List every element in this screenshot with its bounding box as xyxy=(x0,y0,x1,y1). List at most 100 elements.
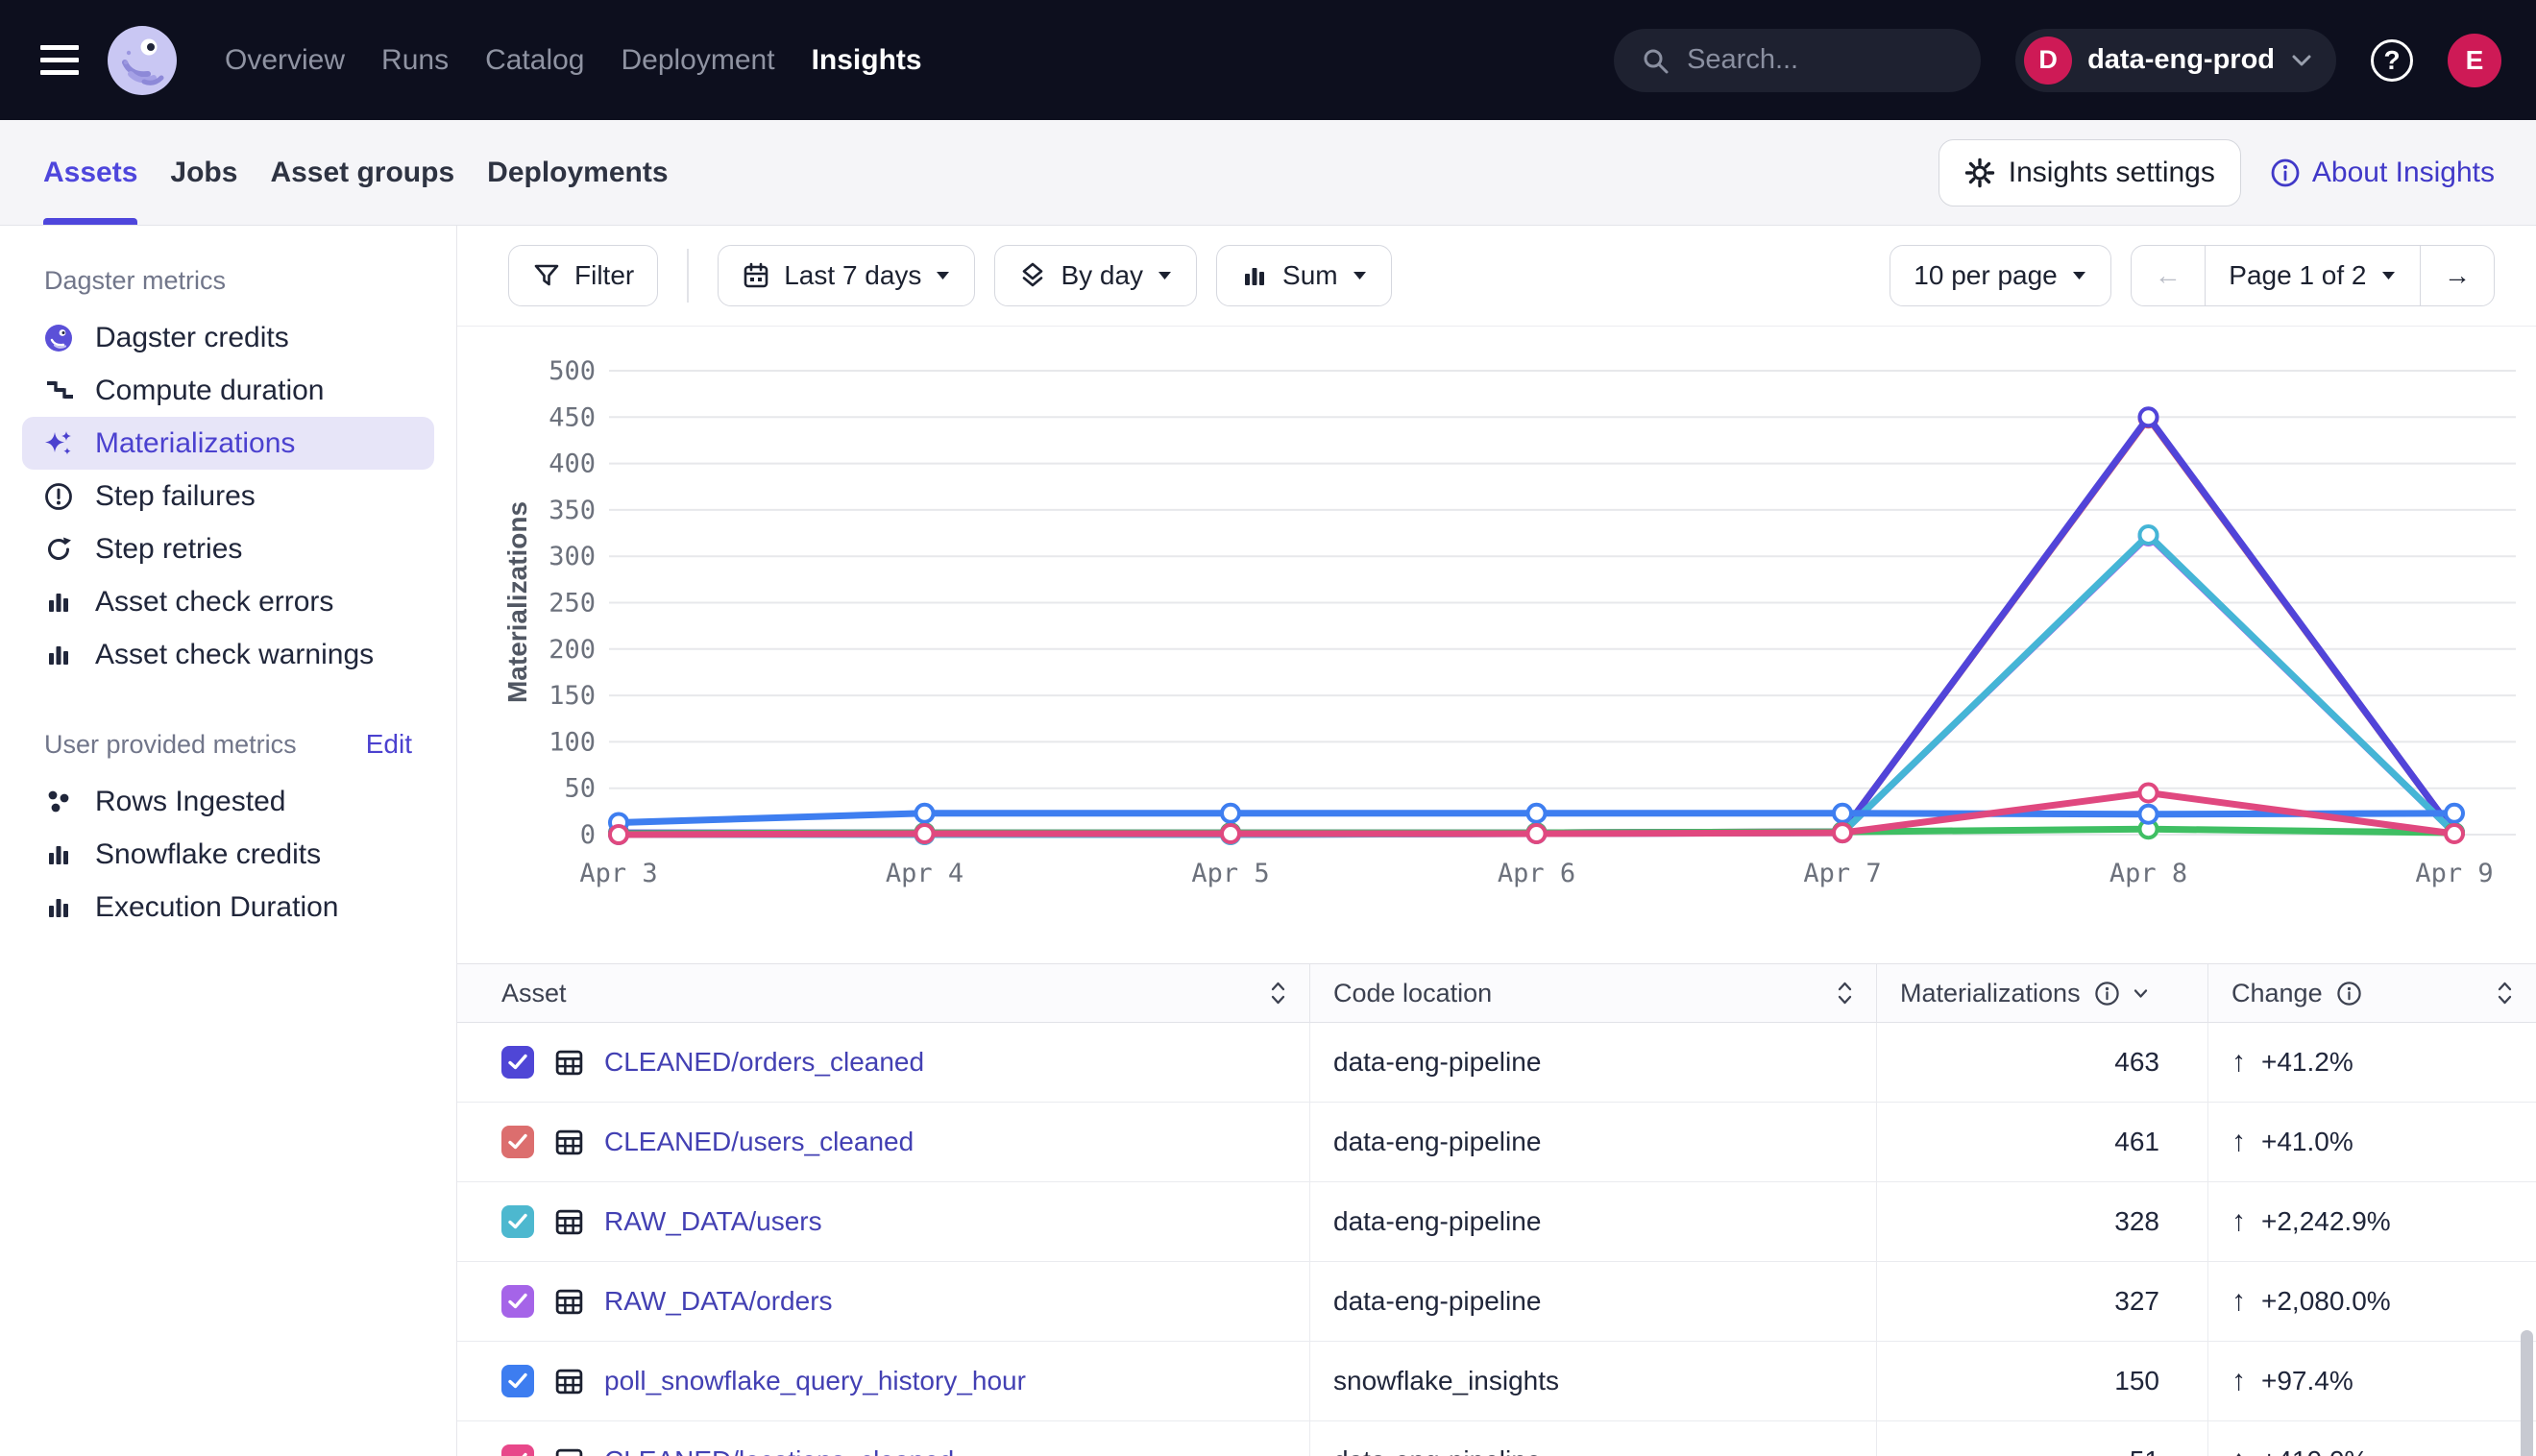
vertical-scrollbar[interactable] xyxy=(2521,1330,2533,1456)
svg-text:200: 200 xyxy=(549,635,596,665)
sidebar-item-compute-duration[interactable]: Compute duration xyxy=(22,364,434,417)
sidebar-item-dagster-credits[interactable]: Dagster credits xyxy=(22,311,434,364)
sidebar-item-label: Step failures xyxy=(95,480,256,513)
row-checkbox[interactable] xyxy=(501,1205,534,1238)
top-nav-item-overview[interactable]: Overview xyxy=(225,44,345,77)
sidebar-item-materializations[interactable]: Materializations xyxy=(22,417,434,470)
change-value: +410.0% xyxy=(2261,1445,2368,1456)
materializations-cell: 328 xyxy=(1876,1182,2207,1261)
svg-text:Apr 8: Apr 8 xyxy=(2109,859,2187,888)
info-icon[interactable] xyxy=(2094,981,2120,1007)
code-location-cell: snowflake_insights xyxy=(1309,1342,1876,1420)
change-cell: ↑+2,080.0% xyxy=(2207,1262,2536,1341)
filter-icon xyxy=(532,261,561,290)
granularity-dropdown[interactable]: By day xyxy=(994,245,1197,306)
code-location-cell: data-eng-pipeline xyxy=(1309,1182,1876,1261)
asset-link[interactable]: RAW_DATA/users xyxy=(604,1206,822,1237)
search-input[interactable] xyxy=(1687,44,2049,76)
row-checkbox[interactable] xyxy=(501,1444,534,1456)
asset-link[interactable]: CLEANED/users_cleaned xyxy=(604,1127,914,1157)
sidebar-item-label: Dagster credits xyxy=(95,322,289,354)
svg-text:50: 50 xyxy=(564,774,596,804)
tab-deployments[interactable]: Deployments xyxy=(487,120,668,225)
toolbar-divider xyxy=(687,249,689,303)
aggregation-dropdown[interactable]: Sum xyxy=(1216,245,1392,306)
bar-chart-icon xyxy=(43,640,74,670)
page-indicator-dropdown[interactable]: Page 1 of 2 xyxy=(2206,246,2419,305)
asset-cell: RAW_DATA/users xyxy=(457,1182,1309,1261)
sort-icon[interactable] xyxy=(1837,980,1853,1007)
info-icon[interactable] xyxy=(2336,981,2362,1007)
trend-up-arrow-icon: ↑ xyxy=(2231,1444,2246,1456)
code-location-cell: data-eng-pipeline xyxy=(1309,1421,1876,1456)
sidebar-item-asset-check-errors[interactable]: Asset check errors xyxy=(22,575,434,628)
insights-settings-button[interactable]: Insights settings xyxy=(1939,139,2241,206)
svg-text:Materializations: Materializations xyxy=(502,501,532,703)
top-nav-item-runs[interactable]: Runs xyxy=(381,44,449,77)
svg-text:0: 0 xyxy=(580,820,596,850)
table-asset-icon xyxy=(553,1286,585,1318)
sidebar-section-title: User provided metrics xyxy=(44,730,297,760)
search-box[interactable]: / xyxy=(1614,29,1981,92)
sidebar-item-step-failures[interactable]: Step failures xyxy=(22,470,434,522)
chart-toolbar: Filter Last 7 days By day xyxy=(457,226,2536,327)
column-header-asset[interactable]: Asset xyxy=(457,964,1309,1022)
calendar-icon xyxy=(742,261,770,290)
deployment-switcher[interactable]: D data-eng-prod xyxy=(2015,29,2336,92)
column-header-materializations[interactable]: Materializations xyxy=(1876,964,2207,1022)
info-icon xyxy=(2270,158,2301,188)
sidebar-item-rows-ingested[interactable]: Rows Ingested xyxy=(22,775,434,828)
assets-table: AssetCode locationMaterializationsChange… xyxy=(457,963,2536,1456)
next-page-button[interactable]: → xyxy=(2421,246,2494,305)
change-value: +41.0% xyxy=(2261,1127,2353,1157)
page-size-dropdown[interactable]: 10 per page xyxy=(1890,245,2110,306)
sidebar-item-label: Execution Duration xyxy=(95,891,338,924)
column-header-code-location[interactable]: Code location xyxy=(1309,964,1876,1022)
tab-assets[interactable]: Assets xyxy=(43,120,137,225)
asset-link[interactable]: RAW_DATA/orders xyxy=(604,1286,833,1317)
top-nav-item-catalog[interactable]: Catalog xyxy=(485,44,584,77)
about-insights-link[interactable]: About Insights xyxy=(2270,157,2495,189)
sidebar-item-step-retries[interactable]: Step retries xyxy=(22,522,434,575)
top-nav-item-insights[interactable]: Insights xyxy=(812,44,922,77)
bar-chart-icon xyxy=(43,839,74,870)
prev-page-button[interactable]: ← xyxy=(2132,246,2205,305)
svg-text:Apr 7: Apr 7 xyxy=(1803,859,1881,888)
chevron-down-icon[interactable] xyxy=(2134,988,2148,999)
sort-icon[interactable] xyxy=(1270,980,1286,1007)
dagster-logo-icon[interactable] xyxy=(106,24,179,97)
tabs: Assets Jobs Asset groups Deployments xyxy=(43,120,669,225)
help-icon[interactable]: ? xyxy=(2371,39,2413,82)
column-header-change[interactable]: Change xyxy=(2207,964,2536,1022)
pagination: ← Page 1 of 2 → xyxy=(2131,245,2495,306)
sort-icon[interactable] xyxy=(2497,980,2513,1007)
date-range-dropdown[interactable]: Last 7 days xyxy=(718,245,975,306)
row-checkbox[interactable] xyxy=(501,1046,534,1079)
sidebar-item-execution-duration[interactable]: Execution Duration xyxy=(22,881,434,934)
caret-down-icon xyxy=(2071,270,2087,281)
table-asset-icon xyxy=(553,1127,585,1158)
row-checkbox[interactable] xyxy=(501,1285,534,1318)
metrics-sidebar: Dagster metricsDagster creditsCompute du… xyxy=(0,226,457,1456)
svg-text:500: 500 xyxy=(549,356,596,386)
filter-button[interactable]: Filter xyxy=(508,245,658,306)
row-checkbox[interactable] xyxy=(501,1126,534,1158)
tab-jobs[interactable]: Jobs xyxy=(170,120,237,225)
edit-metrics-link[interactable]: Edit xyxy=(366,729,412,760)
svg-text:300: 300 xyxy=(549,542,596,571)
sidebar-item-snowflake-credits[interactable]: Snowflake credits xyxy=(22,828,434,881)
code-location-cell: data-eng-pipeline xyxy=(1309,1262,1876,1341)
dagster-mini-icon xyxy=(43,323,74,353)
materializations-cell: 327 xyxy=(1876,1262,2207,1341)
sidebar-item-asset-check-warnings[interactable]: Asset check warnings xyxy=(22,628,434,681)
gear-icon xyxy=(1964,158,1995,188)
asset-link[interactable]: poll_snowflake_query_history_hour xyxy=(604,1366,1026,1396)
row-checkbox[interactable] xyxy=(501,1365,534,1397)
caret-down-icon xyxy=(1157,270,1173,281)
asset-link[interactable]: CLEANED/locations_cleaned xyxy=(604,1445,954,1456)
user-avatar[interactable]: E xyxy=(2448,34,2501,87)
tab-asset-groups[interactable]: Asset groups xyxy=(270,120,454,225)
asset-link[interactable]: CLEANED/orders_cleaned xyxy=(604,1047,924,1078)
hamburger-menu-icon[interactable] xyxy=(40,45,81,75)
top-nav-item-deployment[interactable]: Deployment xyxy=(621,44,774,77)
